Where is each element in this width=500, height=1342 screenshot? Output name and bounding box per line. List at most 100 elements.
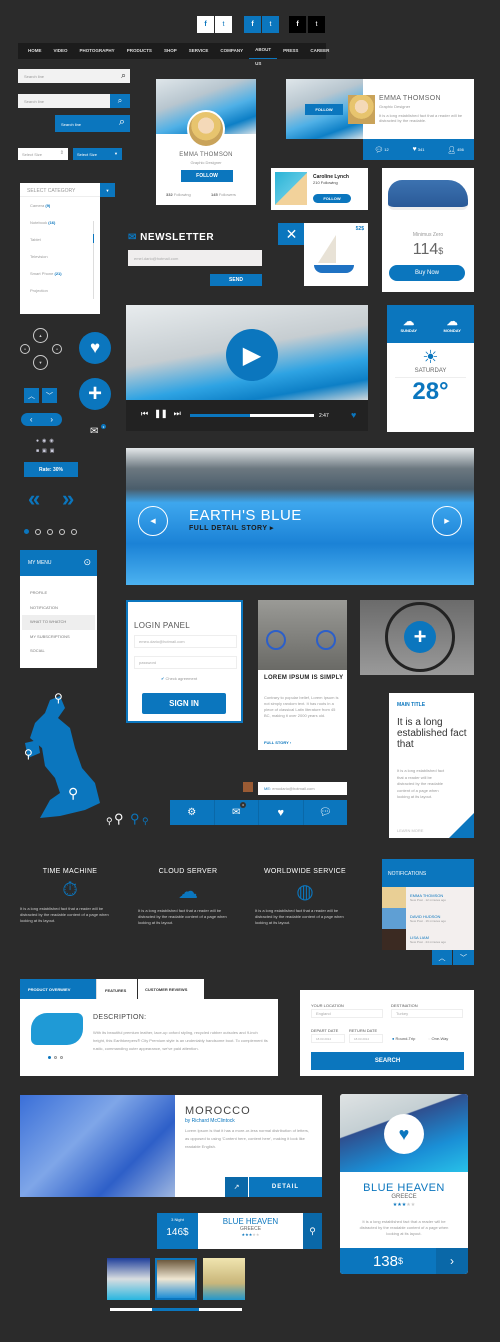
dot[interactable] [54,1056,57,1059]
tab-features[interactable]: FEATURES [96,979,137,999]
dpad-up[interactable]: ▲ [33,328,48,343]
search-icon[interactable]: ⌕ [121,70,126,81]
chevron-right-icon[interactable]: › [436,1248,468,1274]
one-way-radio[interactable]: ○ One-Way [428,1036,448,1041]
facebook-button[interactable]: f [197,16,214,33]
destination-input[interactable]: Turkey [391,1009,463,1018]
detail-button[interactable]: DETAIL [249,1177,322,1197]
mail-icon[interactable]: ✉ 3 [215,800,259,825]
comments-stat[interactable]: 💬︎ 12 [363,139,400,160]
pause-icon[interactable]: ❚❚ [154,409,167,419]
category-item[interactable]: Notebook (16) [30,220,90,237]
dpad-control[interactable]: ▲ ▼ ● ● [20,328,62,370]
mail-icon[interactable]: ✉ [90,426,98,437]
plus-button[interactable]: + [79,378,111,410]
thumbnail[interactable] [203,1258,245,1300]
play-button[interactable]: ▶ [226,329,278,381]
category-item[interactable]: Smart Phone (21) [30,271,90,288]
map-pin-icon[interactable]: ⚲ [24,747,33,761]
category-item[interactable]: Television [30,254,90,271]
email-input[interactable]: emeo.dario@hotmail.com [134,635,237,648]
prev-next-pill[interactable]: ‹ › [21,413,62,426]
corner-arrow[interactable] [449,813,474,838]
search-input[interactable]: Search line ⌕ [18,69,130,83]
category-item[interactable]: Projection [30,288,90,305]
follow-button[interactable]: FOLLOW [313,194,351,203]
search-button[interactable]: SEARCH [311,1052,464,1070]
nav-press[interactable]: PRESS [277,43,304,59]
skip-back-icon[interactable]: ⏮︎ [141,409,148,419]
nav-products[interactable]: PRODUCTS [121,43,158,59]
dpad-right[interactable]: ● [52,344,62,354]
external-link-icon[interactable]: ↗ [225,1177,248,1197]
hero-link[interactable]: FULL DETAIL STORY ▸ [189,524,274,532]
close-icon[interactable]: ✕ [278,223,305,245]
heart-icon[interactable]: ♥ [351,410,356,420]
buy-now-button[interactable]: Buy Now [389,265,465,281]
nav-photography[interactable]: PHOTOGRAPHY [74,43,121,59]
twitter-button[interactable]: t [215,16,232,33]
dot[interactable] [71,529,77,535]
notifications-up-button[interactable]: ︿ [432,950,452,965]
gear-icon[interactable]: ⚙ [170,800,215,825]
dot[interactable] [59,529,65,535]
twitter-button-blue[interactable]: t [262,16,279,33]
video-progress-bar[interactable] [190,414,314,417]
nav-home[interactable]: HOME [22,43,48,59]
notification-item[interactable]: EMMA THOMSON New Post · 12 minutes ago [382,887,474,908]
chevron-double-left-icon[interactable]: « [28,486,40,512]
password-input[interactable]: password [134,656,237,669]
chevron-right-icon[interactable]: › [50,415,53,424]
up-arrow-button[interactable]: ︿ [24,388,39,403]
skip-forward-icon[interactable]: ⏭︎ [174,409,181,419]
notifications-down-button[interactable]: ﹀ [453,950,474,965]
menu-item[interactable]: WHAT TO WHATCH [22,615,95,630]
thumbnail[interactable] [107,1258,150,1300]
users-stat[interactable]: 👤︎ 456 [437,139,474,160]
sign-in-button[interactable]: SIGN IN [142,693,226,714]
heart-button[interactable]: ♥ [79,332,111,364]
heart-icon[interactable]: ♥ [259,800,304,825]
nav-service[interactable]: SERVICE [183,43,215,59]
search-input-blue[interactable]: Search line ⌕ [55,115,130,132]
nav-about-us[interactable]: ABOUT US [249,43,278,66]
map-pin-icon[interactable]: ⚲ [54,691,63,705]
slider-prev-button[interactable]: ◀ [138,506,168,536]
notification-item[interactable]: LISA LIAM New Post · 24 minutes ago [382,929,474,950]
search-input-2[interactable]: Search line [18,94,110,108]
heart-button[interactable]: ♥ [384,1114,424,1154]
agreement-checkbox[interactable]: ✔ Check agreement [161,676,197,681]
category-dropdown-button[interactable]: ▼ [100,183,115,197]
return-input[interactable]: 18.03.2014 [349,1034,383,1043]
dot[interactable] [47,529,53,535]
thumbnail-scrollbar[interactable] [110,1308,242,1311]
scrollbar[interactable] [93,221,94,299]
radio-checkbox-set[interactable]: ●◉◉ ■▣▣ [36,436,57,456]
twitter-button-black[interactable]: t [308,16,325,33]
nav-shop[interactable]: SHOP [158,43,183,59]
newsletter-email-input[interactable]: emel.dario@hotmail.com [128,250,262,266]
down-arrow-button[interactable]: ﹀ [42,388,57,403]
category-item[interactable]: Camera (9) [30,203,90,220]
map-pin-button[interactable]: ⚲ [303,1213,322,1249]
dot-active[interactable] [48,1056,51,1059]
search-button[interactable]: ⌕ [110,94,130,108]
location-input[interactable]: England [311,1009,383,1018]
learn-more-link[interactable]: LEARN MORE [397,828,423,833]
tab-product-overview[interactable]: PRODUCT OVERWIEV [20,979,96,999]
dot-active[interactable] [24,529,29,534]
nav-career[interactable]: CAREER [304,43,335,59]
dot[interactable] [35,529,41,535]
full-story-link[interactable]: FULL STORY › [264,740,291,745]
facebook-button-black[interactable]: f [289,16,306,33]
chat-icon[interactable]: 💬︎ [304,800,348,825]
depart-input[interactable]: 18.03.2014 [311,1034,345,1043]
notification-item[interactable]: DAVID HUDSON New Post · 16 minutes ago [382,908,474,929]
menu-item[interactable]: NOTIFICATION [22,601,95,616]
chevron-left-icon[interactable]: ‹ [30,415,33,424]
follow-button[interactable]: FOLLOW [305,104,343,115]
menu-item[interactable]: PROFILE [22,586,95,601]
menu-item[interactable]: MY SUBSCRIPTIONS [22,630,95,645]
slider-next-button[interactable]: ▶ [432,506,462,536]
round-trip-radio[interactable]: ● Round-Trip [392,1036,415,1041]
